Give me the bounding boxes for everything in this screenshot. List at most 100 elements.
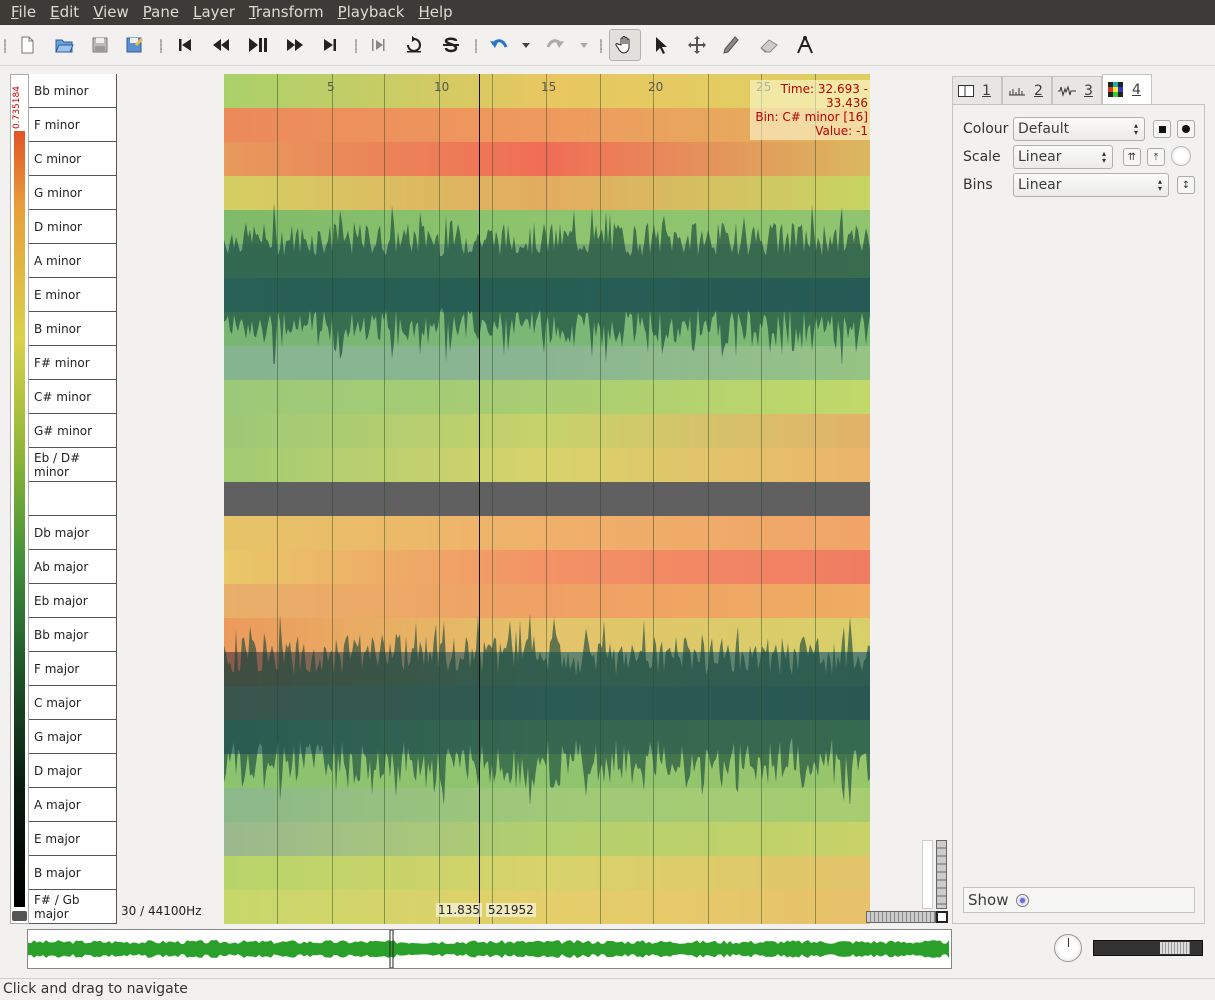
horizontal-zoom-slider[interactable] <box>866 911 936 923</box>
colour-scale: 0.735184 <box>10 74 29 924</box>
vertical-zoom-slider[interactable] <box>922 840 947 910</box>
invert-vertical-icon[interactable]: ↕ <box>1177 176 1195 194</box>
tab-3[interactable]: 3 <box>1052 76 1102 104</box>
play-selection-icon[interactable] <box>363 30 393 60</box>
scale-lock-icon[interactable] <box>12 911 27 921</box>
new-icon[interactable] <box>12 30 42 60</box>
spin-arrows-icon: ▴ ▾ <box>1133 121 1138 137</box>
open-icon[interactable] <box>49 30 79 60</box>
timeline-tick-label: 15 <box>541 80 557 94</box>
scale-row: Scale <box>963 145 1013 169</box>
gain-dial[interactable] <box>1171 146 1191 166</box>
overview-waveform[interactable] <box>27 929 952 969</box>
solo-icon[interactable] <box>436 30 466 60</box>
rewind-start-icon[interactable] <box>170 30 200 60</box>
scale-select[interactable]: Linear ▴ ▾ <box>1013 145 1113 169</box>
waveform-path <box>224 614 870 804</box>
tab-1[interactable]: 1 <box>952 76 1002 104</box>
key-label: A minor <box>29 244 116 278</box>
navigate-icon[interactable] <box>609 29 641 61</box>
status-bar: Click and drag to navigate <box>0 978 1215 1000</box>
fast-forward-end-icon[interactable] <box>315 30 345 60</box>
play-pause-icon[interactable] <box>243 30 273 60</box>
key-strength-row <box>224 414 870 448</box>
normalize-columns-icon[interactable]: ⇈ <box>1123 148 1141 166</box>
key-label: F minor <box>29 108 116 142</box>
colour-select[interactable]: Default ▴ ▾ <box>1013 117 1145 141</box>
key-label: F# minor <box>29 346 116 380</box>
undo-menu-icon[interactable] <box>516 30 536 60</box>
menu-pane[interactable]: Pane <box>136 0 186 25</box>
playback-gain-slider[interactable] <box>1093 940 1203 956</box>
waveform-upper <box>224 204 870 364</box>
select-icon[interactable] <box>645 30 675 60</box>
gain-slider-handle[interactable] <box>1160 942 1190 954</box>
show-label: Show <box>968 891 1009 909</box>
rewind-icon[interactable] <box>206 30 236 60</box>
show-toggle[interactable]: Show <box>963 887 1195 913</box>
loop-icon[interactable] <box>399 30 429 60</box>
key-label: Eb major <box>29 584 116 618</box>
menu-help[interactable]: Help <box>412 0 460 25</box>
scale-label: Scale <box>963 149 1001 165</box>
spectrogram-view[interactable]: 510152025 Time: 32.693 - 33.436 Bin: C# … <box>224 74 870 924</box>
reset-zoom-button[interactable] <box>936 911 948 923</box>
move-icon[interactable] <box>682 30 712 60</box>
key-strength-row <box>224 584 870 618</box>
normalize-visible-icon[interactable]: ⤒ <box>1147 148 1165 166</box>
key-label: C major <box>29 686 116 720</box>
menu-layer[interactable]: Layer <box>186 0 242 25</box>
bar-line <box>546 74 547 924</box>
erase-icon[interactable] <box>754 30 784 60</box>
tab-1-label: 1 <box>982 82 991 99</box>
measure-icon[interactable] <box>790 30 820 60</box>
sample-rate-label: 30 / 44100Hz <box>121 904 202 918</box>
toolbar-grip <box>4 39 6 53</box>
bar-line <box>384 74 385 924</box>
key-label: C minor <box>29 142 116 176</box>
menu-edit[interactable]: Edit <box>43 0 86 25</box>
show-radio-icon[interactable] <box>1016 893 1030 907</box>
key-label: G major <box>29 720 116 754</box>
key-label: C# minor <box>29 380 116 414</box>
key-label: G minor <box>29 176 116 210</box>
save-icon[interactable] <box>85 30 115 60</box>
spin-arrows-icon: ▴ ▾ <box>1157 177 1162 193</box>
key-label: Bb major <box>29 618 116 652</box>
waveform-path <box>224 204 870 364</box>
toolbar-separator <box>160 39 162 53</box>
save-as-icon[interactable] <box>119 30 149 60</box>
ruler-icon <box>1009 87 1025 95</box>
draw-icon[interactable] <box>716 30 746 60</box>
fast-forward-icon[interactable] <box>280 30 310 60</box>
overview-waveform-shape <box>28 929 949 969</box>
key-strength-row <box>224 516 870 550</box>
info-bin: Bin: C# minor [16] <box>755 110 868 124</box>
key-label: F major <box>29 652 116 686</box>
playback-speed-dial[interactable] <box>1054 934 1082 962</box>
bar-line <box>439 74 440 924</box>
info-time: Time: 32.693 - 33.436 <box>780 82 868 110</box>
colour-square-button[interactable] <box>1153 120 1171 138</box>
key-label: B minor <box>29 312 116 346</box>
menu-transform[interactable]: Transform <box>242 0 331 25</box>
scale-max-label: 0.735184 <box>12 85 27 131</box>
colour-circle-button[interactable] <box>1177 120 1195 138</box>
redo-menu-icon[interactable] <box>574 30 594 60</box>
bins-select[interactable]: Linear ▴ ▾ <box>1013 173 1169 197</box>
key-strength-row <box>224 550 870 584</box>
undo-icon[interactable] <box>484 30 514 60</box>
redo-icon[interactable] <box>540 30 570 60</box>
menu-playback[interactable]: Playback <box>331 0 412 25</box>
tab-4[interactable]: 4 <box>1102 74 1152 104</box>
timeline-tick-label: 10 <box>434 80 450 94</box>
key-label: Eb / D# minor <box>29 448 116 482</box>
menu-view[interactable]: View <box>86 0 136 25</box>
key-label: D major <box>29 754 116 788</box>
playhead[interactable] <box>479 74 480 924</box>
tab-2[interactable]: 2 <box>1002 76 1052 104</box>
tab-4-label: 4 <box>1132 81 1141 98</box>
readout-seconds: 11.835 <box>436 903 482 917</box>
colour-scale-gradient <box>14 95 25 907</box>
menu-file[interactable]: File <box>4 0 43 25</box>
